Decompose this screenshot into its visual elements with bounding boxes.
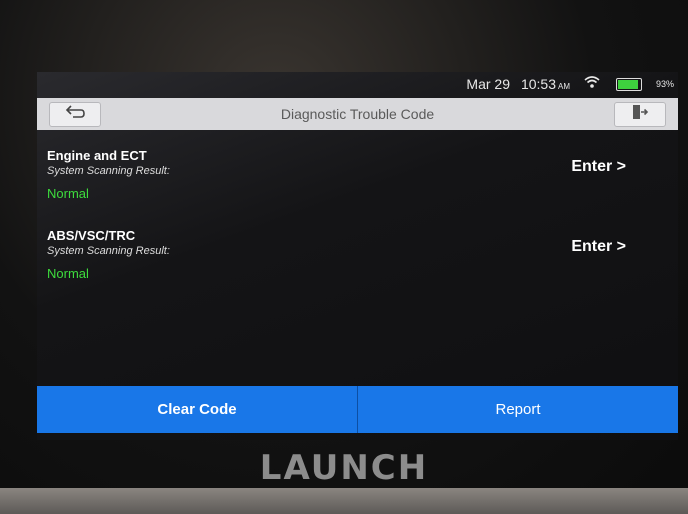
exit-button[interactable] bbox=[614, 102, 666, 127]
enter-engine-button[interactable]: Enter > bbox=[571, 158, 626, 176]
system-result-label: System Scanning Result: bbox=[47, 245, 170, 257]
device-base bbox=[0, 488, 688, 514]
system-name: Engine and ECT bbox=[47, 148, 147, 163]
device-screen: Mar 29 10:53 AM 93% Diagnostic Trouble Co… bbox=[37, 72, 678, 440]
system-result-status: Normal bbox=[47, 186, 89, 201]
bottom-action-bar: Clear Code Report bbox=[37, 386, 678, 433]
system-item-abs: ABS/VSC/TRC System Scanning Result: Norm… bbox=[47, 228, 170, 281]
clear-code-button[interactable]: Clear Code bbox=[37, 386, 357, 433]
status-time: 10:53 AM bbox=[521, 76, 570, 92]
system-name: ABS/VSC/TRC bbox=[47, 228, 136, 243]
system-item-engine: Engine and ECT System Scanning Result: N… bbox=[47, 148, 170, 201]
device-brand-logo: LAUNCH bbox=[259, 448, 429, 488]
status-date: Mar 29 bbox=[466, 76, 510, 92]
status-time-value: 10:53 bbox=[520, 76, 556, 92]
battery-icon bbox=[616, 78, 642, 91]
enter-abs-button[interactable]: Enter > bbox=[571, 238, 626, 256]
status-bar: Mar 29 10:53 AM 93% bbox=[37, 72, 678, 98]
system-result-status: Normal bbox=[47, 266, 89, 281]
battery-percent: 93% bbox=[655, 79, 674, 89]
system-result-label: System Scanning Result: bbox=[47, 165, 170, 177]
status-ampm: AM bbox=[558, 82, 570, 91]
title-bar: Diagnostic Trouble Code bbox=[37, 98, 678, 130]
exit-icon bbox=[631, 104, 649, 125]
page-title: Diagnostic Trouble Code bbox=[280, 106, 435, 122]
report-button[interactable]: Report bbox=[357, 386, 678, 433]
wifi-icon bbox=[584, 75, 600, 92]
